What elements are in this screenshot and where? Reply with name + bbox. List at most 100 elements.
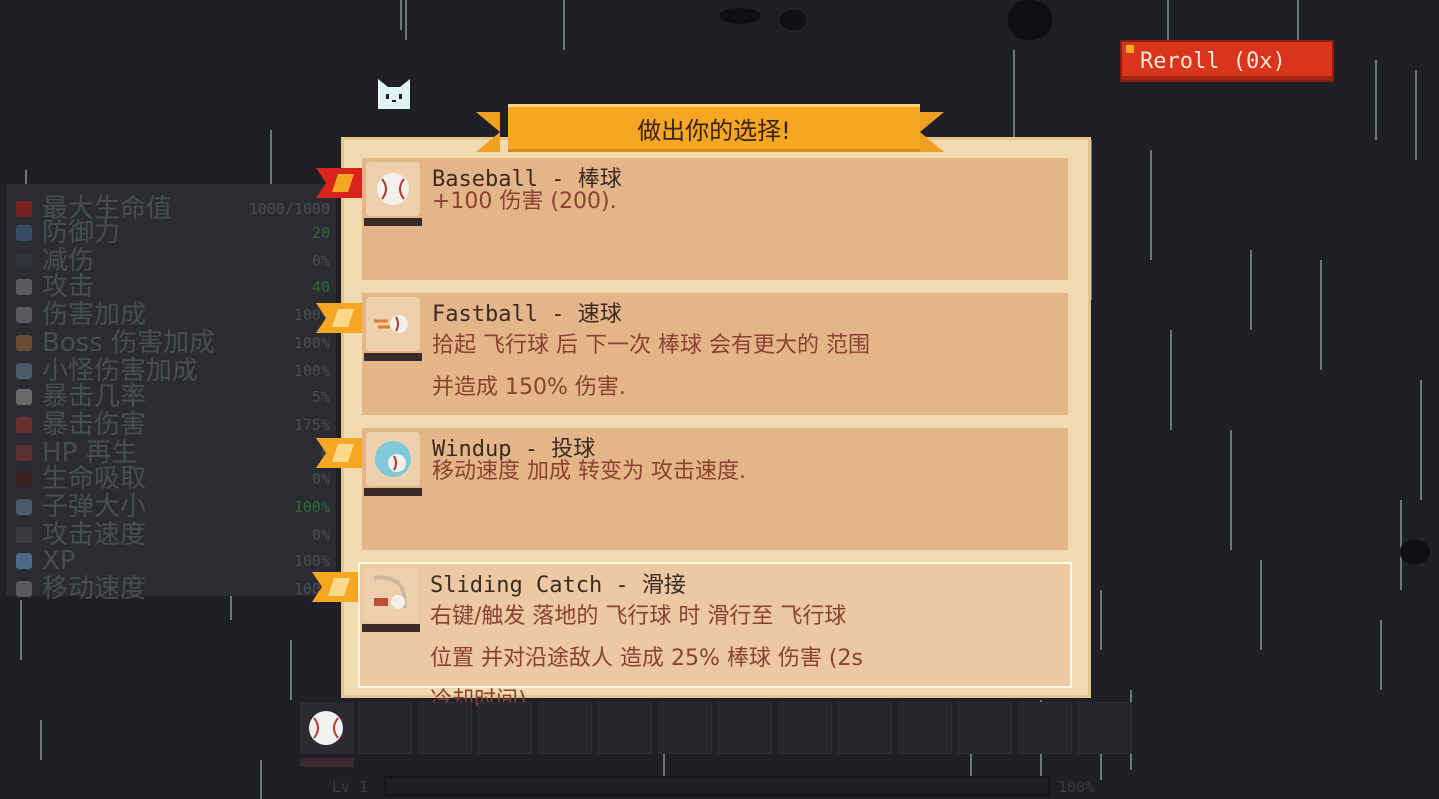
level-label: Lv 1: [332, 778, 369, 796]
upgrade-card[interactable]: Sliding Catch - 滑接 右键/触发 落地的 飞行球 时 滑行至 飞行…: [358, 562, 1072, 713]
lifesteal-icon: [16, 471, 32, 487]
rain-drop: [1260, 560, 1262, 650]
stat-row: 生命吸取 0%: [16, 466, 336, 492]
card-level-bar: [364, 353, 422, 361]
stat-row: XP 100%: [16, 548, 336, 574]
hotbar-slot[interactable]: [478, 702, 532, 754]
hotbar-slot[interactable]: [658, 702, 712, 754]
rain-drop: [1320, 260, 1322, 370]
rain-drop: [1230, 430, 1232, 550]
banner-tail-left: [476, 112, 500, 152]
card-level-bar: [364, 488, 422, 496]
stat-value: 5%: [311, 388, 330, 406]
stat-value: 20: [311, 224, 330, 242]
stat-row: 子弹大小 100%: [16, 494, 336, 520]
banner-tail-right: [920, 112, 944, 152]
card-level-bar: [364, 218, 422, 226]
reroll-button[interactable]: Reroll (0x): [1120, 40, 1334, 82]
hotbar-slot[interactable]: [1018, 702, 1072, 754]
boss-icon: [16, 335, 32, 351]
stat-row: 小怪伤害加成 100%: [16, 358, 336, 384]
hotbar-slot[interactable]: [958, 702, 1012, 754]
stat-value: 100%: [293, 362, 330, 380]
hotbar-slot[interactable]: [598, 702, 652, 754]
stat-label: Boss 伤害加成: [42, 328, 216, 358]
dialog-title: 做出你的选择!: [637, 116, 791, 145]
rain-drop: [405, 0, 407, 40]
hotbar-slot[interactable]: [838, 702, 892, 754]
stat-label: 暴击伤害: [42, 410, 147, 440]
stat-value: 0%: [311, 526, 330, 544]
rain-drop: [1150, 150, 1152, 260]
sword-icon: [16, 279, 32, 295]
rarity-flag-icon: [312, 572, 358, 602]
rain-drop: [20, 600, 22, 660]
rain-drop: [1420, 380, 1422, 500]
baseball-icon: [309, 711, 343, 745]
hourglass-icon: [16, 527, 32, 543]
dialog-title-banner: 做出你的选择!: [508, 104, 920, 152]
stat-label: 减伤: [42, 246, 95, 276]
card-description: +100 伤害 (200).: [432, 189, 617, 214]
stat-row: 防御力 20: [16, 220, 336, 246]
stat-label: 防御力: [42, 218, 121, 248]
upgrade-card[interactable]: Fastball - 速球 拾起 飞行球 后 下一次 棒球 会有更大的 范围 并造…: [362, 293, 1068, 415]
rain-drop: [1380, 620, 1382, 690]
rarity-flag-icon: [316, 303, 362, 333]
stat-label: XP: [42, 546, 76, 576]
rain-drop: [260, 760, 262, 799]
rarity-flag: [312, 570, 358, 602]
shield-icon: [16, 225, 32, 241]
stat-row: Boss 伤害加成 100%: [16, 330, 336, 356]
shadow-blob: [780, 10, 806, 30]
weapon-slot-1[interactable]: [300, 702, 354, 754]
xp-bar: [384, 776, 1050, 796]
rarity-flag: [316, 166, 362, 198]
stat-value: 0%: [311, 470, 330, 488]
weapon-slot-bar: [300, 758, 354, 767]
crit-icon: [16, 389, 32, 405]
rain-drop: [400, 0, 402, 30]
hotbar-slot[interactable]: [418, 702, 472, 754]
card-title: Fastball - 速球: [432, 302, 622, 327]
stat-value: 100%: [293, 334, 330, 352]
stat-value: 100%: [293, 552, 330, 570]
rain-drop: [1100, 590, 1102, 650]
hotbar-slot[interactable]: [778, 702, 832, 754]
shield-dark-icon: [16, 253, 32, 269]
shadow-blob: [1400, 540, 1430, 564]
card-level-bar: [362, 624, 420, 632]
stat-row: 攻击速度 0%: [16, 522, 336, 548]
stat-row: HP 再生 0: [16, 440, 336, 466]
stat-label: 伤害加成: [42, 300, 147, 330]
card-description: 移动速度 加成 转变为 攻击速度.: [432, 459, 746, 484]
stat-row: 暴击伤害 175%: [16, 412, 336, 438]
rain-drop: [1297, 0, 1299, 40]
hotbar-slot[interactable]: [358, 702, 412, 754]
hotbar-slot[interactable]: [718, 702, 772, 754]
stat-row: 伤害加成 100%: [16, 302, 336, 328]
stat-row: 攻击 40: [16, 274, 336, 300]
shadow-blob: [1008, 0, 1052, 40]
hotbar-slot[interactable]: [538, 702, 592, 754]
boot-icon: [16, 581, 32, 597]
regen-icon: [16, 445, 32, 461]
stat-label: HP 再生: [42, 438, 138, 468]
rain-drop: [40, 720, 42, 760]
upgrade-card[interactable]: Windup - 投球 移动速度 加成 转变为 攻击速度.: [362, 428, 1068, 550]
rain-drop: [1375, 60, 1377, 140]
rain-drop: [1250, 250, 1252, 330]
stat-row: 减伤 0%: [16, 248, 336, 274]
rain-drop: [1170, 330, 1172, 430]
hotbar-slot[interactable]: [898, 702, 952, 754]
crit-damage-icon: [16, 417, 32, 433]
stat-label: 移动速度: [42, 574, 147, 604]
upgrade-card[interactable]: Baseball - 棒球 +100 伤害 (200).: [362, 158, 1068, 280]
rain-drop: [290, 640, 292, 700]
dagger-icon: [16, 307, 32, 323]
stat-label: 暴击几率: [42, 382, 147, 412]
stat-label: 生命吸取: [42, 464, 147, 494]
stat-row: 移动速度 100%: [16, 576, 336, 602]
heart-icon: [16, 201, 32, 217]
hotbar-slot[interactable]: [1078, 702, 1132, 754]
